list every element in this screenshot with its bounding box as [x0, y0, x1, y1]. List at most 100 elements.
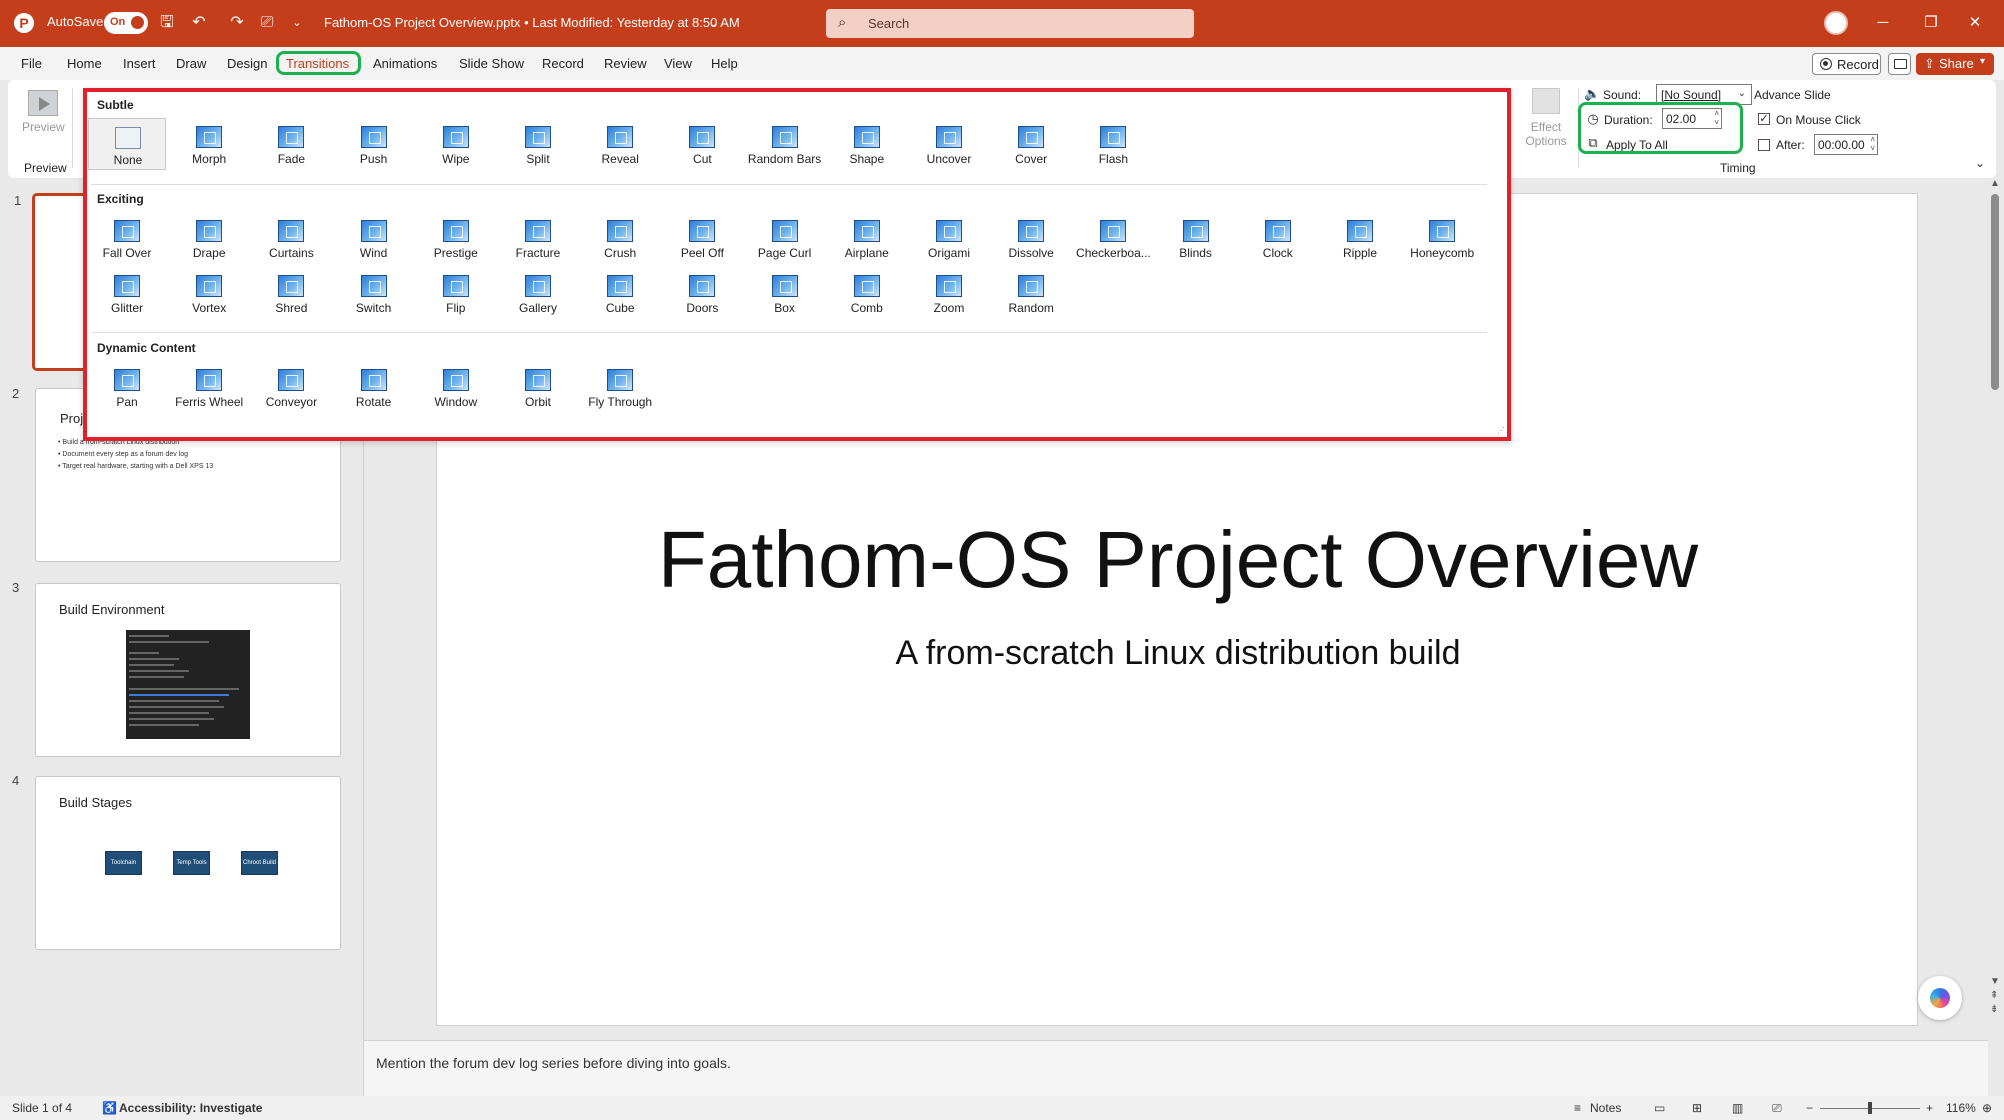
redo-icon[interactable]: ↷ [226, 12, 248, 34]
transition-flash[interactable]: Flash [1074, 118, 1152, 170]
avatar[interactable] [1824, 11, 1848, 35]
vertical-scrollbar[interactable]: ▲ ▼ ⇞ ⇟ [1988, 178, 2002, 1026]
transition-shape[interactable]: Shape [828, 118, 906, 170]
scroll-thumb[interactable] [1991, 194, 1999, 390]
search-box[interactable]: ⌕ Search [826, 9, 1194, 38]
scroll-down-icon[interactable]: ▼ [1990, 976, 2000, 987]
effect-options-label[interactable]: Effect Options [1512, 120, 1580, 148]
next-slide-icon[interactable]: ⇟ [1990, 1004, 1998, 1015]
reading-view-icon[interactable]: ▥ [1732, 1101, 1743, 1115]
close-button[interactable]: ✕ [1960, 12, 1990, 34]
transition-ferris-wheel[interactable]: Ferris Wheel [170, 361, 248, 413]
transition-pan[interactable]: Pan [88, 361, 166, 413]
transition-prestige[interactable]: Prestige [417, 212, 495, 264]
transition-box[interactable]: Box [746, 267, 824, 319]
slide-thumbnail-3[interactable]: Build Environment [35, 583, 341, 757]
notes-icon[interactable]: ≡ [1574, 1101, 1581, 1115]
transition-switch[interactable]: Switch [335, 267, 413, 319]
transition-ripple[interactable]: Ripple [1321, 212, 1399, 264]
transition-page-curl[interactable]: Page Curl [746, 212, 824, 264]
accessibility-icon[interactable]: ♿ [102, 1101, 117, 1115]
zoom-out-button[interactable]: − [1806, 1101, 1813, 1115]
slide-sorter-icon[interactable]: ⊞ [1692, 1101, 1702, 1115]
transition-cube[interactable]: Cube [581, 267, 659, 319]
after-stepper[interactable]: 00:00.00 ˄ ˅ [1814, 134, 1878, 155]
zoom-level[interactable]: 116% [1946, 1101, 1976, 1115]
transition-push[interactable]: Push [335, 118, 413, 170]
tab-draw[interactable]: Draw [176, 56, 206, 71]
customize-toolbar-icon[interactable]: ⌄ [286, 12, 308, 34]
tab-slide-show[interactable]: Slide Show [459, 56, 524, 71]
transition-reveal[interactable]: Reveal [581, 118, 659, 170]
normal-view-icon[interactable]: ▭ [1654, 1101, 1665, 1115]
transition-flip[interactable]: Flip [417, 267, 495, 319]
transition-airplane[interactable]: Airplane [828, 212, 906, 264]
slide-subtitle[interactable]: A from-scratch Linux distribution build [437, 634, 1919, 673]
after-checkbox[interactable] [1758, 139, 1770, 151]
minimize-button[interactable]: ─ [1868, 12, 1898, 34]
resize-grip-icon[interactable]: ⋰ [1497, 426, 1505, 435]
scroll-up-icon[interactable]: ▲ [1990, 178, 2000, 189]
transition-honeycomb[interactable]: Honeycomb [1403, 212, 1481, 264]
document-title[interactable]: Fathom-OS Project Overview.pptx • Last M… [324, 15, 740, 30]
stepper-arrows-icon[interactable]: ˄ ˅ [1870, 135, 1875, 153]
restore-button[interactable]: ❐ [1916, 12, 1946, 34]
previous-slide-icon[interactable]: ⇞ [1990, 990, 1998, 1001]
share-button[interactable]: ⇪ Share ▾ [1916, 53, 1994, 75]
zoom-in-button[interactable]: + [1926, 1101, 1933, 1115]
effect-options-icon[interactable] [1532, 88, 1560, 114]
transition-origami[interactable]: Origami [910, 212, 988, 264]
transition-fly-through[interactable]: Fly Through [581, 361, 659, 413]
collapse-ribbon-icon[interactable]: ⌄ [1975, 156, 1985, 170]
transition-fade[interactable]: Fade [252, 118, 330, 170]
transition-zoom[interactable]: Zoom [910, 267, 988, 319]
notes-text[interactable]: Mention the forum dev log series before … [376, 1055, 731, 1071]
tab-home[interactable]: Home [67, 56, 102, 71]
zoom-slider-knob[interactable] [1868, 1102, 1872, 1114]
transition-none[interactable]: None [88, 118, 166, 170]
transition-glitter[interactable]: Glitter [88, 267, 166, 319]
transition-vortex[interactable]: Vortex [170, 267, 248, 319]
title-chevron-icon[interactable]: ⌄ [708, 15, 719, 31]
transition-wipe[interactable]: Wipe [417, 118, 495, 170]
slide-title[interactable]: Fathom-OS Project Overview [437, 514, 1919, 606]
record-button[interactable]: Record [1812, 53, 1881, 75]
transition-dissolve[interactable]: Dissolve [992, 212, 1070, 264]
preview-button-label[interactable]: Preview [22, 120, 65, 134]
notes-pane[interactable]: Mention the forum dev log series before … [364, 1040, 1988, 1096]
undo-icon[interactable]: ↶ [188, 12, 210, 34]
fit-to-window-icon[interactable]: ⊕ [1982, 1101, 1992, 1115]
transition-random-bars[interactable]: Random Bars [746, 118, 824, 170]
transition-cover[interactable]: Cover [992, 118, 1070, 170]
transition-random[interactable]: Random [992, 267, 1070, 319]
notes-button[interactable]: Notes [1590, 1101, 1621, 1115]
comments-button[interactable] [1888, 53, 1911, 75]
tab-file[interactable]: File [21, 56, 42, 71]
transition-fracture[interactable]: Fracture [499, 212, 577, 264]
slide-thumbnail-4[interactable]: Build Stages Toolchain Temp Tools Chroot… [35, 776, 341, 950]
transition-drape[interactable]: Drape [170, 212, 248, 264]
transition-gallery[interactable]: Gallery [499, 267, 577, 319]
transition-rotate[interactable]: Rotate [335, 361, 413, 413]
preview-icon[interactable] [28, 90, 58, 116]
accessibility-status[interactable]: Accessibility: Investigate [119, 1101, 262, 1115]
save-icon[interactable]: 🖫 [156, 12, 178, 34]
transition-blinds[interactable]: Blinds [1157, 212, 1235, 264]
on-mouse-click-checkbox[interactable]: ✓ [1758, 113, 1770, 125]
tab-animations[interactable]: Animations [373, 56, 437, 71]
transition-clock[interactable]: Clock [1239, 212, 1317, 264]
tab-design[interactable]: Design [227, 56, 267, 71]
present-icon[interactable]: ⎚ [256, 12, 278, 34]
tab-view[interactable]: View [664, 56, 692, 71]
transition-shred[interactable]: Shred [252, 267, 330, 319]
transition-crush[interactable]: Crush [581, 212, 659, 264]
transition-conveyor[interactable]: Conveyor [252, 361, 330, 413]
transition-morph[interactable]: Morph [170, 118, 248, 170]
tab-insert[interactable]: Insert [123, 56, 156, 71]
copilot-icon[interactable] [1918, 976, 1962, 1020]
transition-uncover[interactable]: Uncover [910, 118, 988, 170]
transition-orbit[interactable]: Orbit [499, 361, 577, 413]
slide-show-icon[interactable]: ⎚ [1772, 1101, 1782, 1116]
transition-wind[interactable]: Wind [335, 212, 413, 264]
tab-review[interactable]: Review [604, 56, 647, 71]
